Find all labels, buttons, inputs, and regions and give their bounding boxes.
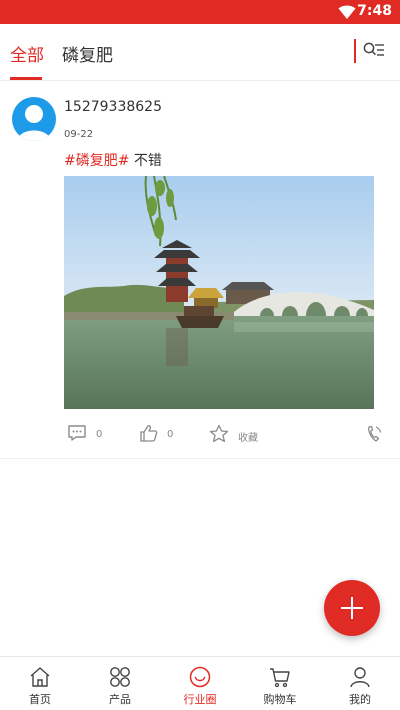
comment-count: 0 — [96, 429, 103, 440]
favorite-button[interactable]: 收藏 — [209, 424, 269, 444]
nav-products[interactable]: 产品 — [80, 657, 160, 710]
post-text: 不错 — [133, 153, 162, 169]
post-username[interactable]: 15279338625 — [64, 99, 162, 115]
phone-icon — [368, 425, 382, 442]
landscape-photo — [64, 176, 374, 409]
status-time: 7:48 — [357, 3, 392, 19]
favorite-label: 收藏 — [238, 433, 258, 444]
add-post-button[interactable] — [324, 580, 380, 636]
nav-products-label: 产品 — [109, 693, 131, 706]
plus-icon — [341, 597, 363, 619]
star-icon — [209, 424, 229, 443]
post-card[interactable]: 15279338625 09-22 #磷复肥# 不错 0 0 收藏 — [0, 82, 400, 459]
cart-icon — [270, 668, 290, 688]
like-button[interactable]: 0 — [139, 424, 179, 444]
like-count: 0 — [167, 429, 174, 440]
circle-smile-icon — [189, 666, 211, 688]
home-icon — [30, 667, 50, 687]
nav-cart-label: 购物车 — [263, 693, 297, 706]
bottom-nav: 首页 产品 行业圈 购物车 我的 — [0, 656, 400, 710]
category-tabs: 全部 磷复肥 — [0, 24, 400, 81]
nav-profile[interactable]: 我的 — [320, 657, 400, 710]
nav-cart[interactable]: 购物车 — [240, 657, 320, 710]
post-hashtag[interactable]: #磷复肥# — [64, 153, 129, 169]
nav-home[interactable]: 首页 — [0, 657, 80, 710]
post-image[interactable] — [64, 176, 374, 409]
default-user-icon — [17, 105, 51, 141]
avatar[interactable] — [12, 97, 56, 141]
nav-industry-circle[interactable]: 行业圈 — [160, 657, 240, 710]
comment-icon — [68, 425, 86, 441]
tab-phosphate-fertilizer[interactable]: 磷复肥 — [62, 41, 113, 66]
post-date: 09-22 — [64, 129, 94, 140]
status-bar: 7:48 — [0, 0, 400, 24]
call-button[interactable] — [365, 424, 383, 444]
filter-search-icon[interactable] — [363, 41, 385, 61]
thumbs-up-icon — [140, 425, 158, 442]
nav-industry-circle-label: 行业圈 — [183, 693, 217, 706]
tab-all[interactable]: 全部 — [10, 41, 44, 66]
comment-button[interactable]: 0 — [67, 424, 107, 444]
nav-home-label: 首页 — [29, 693, 51, 706]
nav-profile-label: 我的 — [349, 693, 371, 706]
grid-icon — [110, 667, 130, 687]
post-content: #磷复肥# 不错 — [64, 150, 162, 170]
filter-divider — [354, 39, 356, 63]
post-actions: 0 0 收藏 — [0, 424, 400, 448]
active-tab-indicator — [10, 77, 42, 80]
user-icon — [350, 667, 370, 688]
wifi-icon — [338, 5, 356, 19]
